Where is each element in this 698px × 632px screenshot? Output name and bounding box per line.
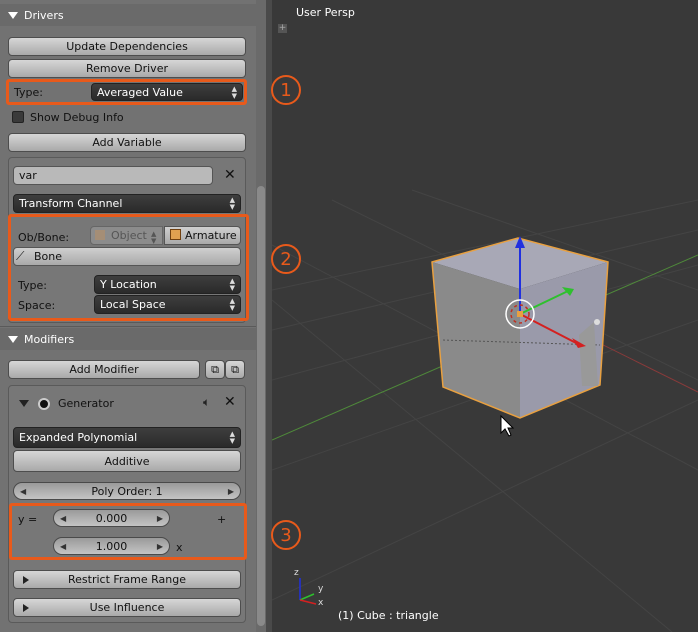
use-influence-label: Use Influence — [89, 601, 165, 614]
updown-arrows-icon: ▲ ▼ — [229, 196, 235, 211]
drivers-header-label: Drivers — [24, 8, 64, 22]
object-info-label: (1) Cube : triangle — [338, 609, 439, 622]
bone-field[interactable]: Bone — [13, 247, 241, 266]
ob-bone-label: Ob/Bone: — [18, 231, 70, 244]
bone-icon: ⟋ — [16, 249, 25, 263]
increment-arrow-icon[interactable]: ▶ — [228, 487, 234, 496]
restrict-frame-range-label: Restrict Frame Range — [67, 573, 187, 586]
generator-mode-value: Expanded Polynomial — [19, 431, 138, 444]
drivers-panel-header[interactable]: Drivers — [0, 4, 256, 26]
plus-label: + — [217, 513, 227, 526]
add-modifier-button[interactable]: Add Modifier — [8, 360, 200, 379]
increment-arrow-icon[interactable]: ▶ — [157, 542, 163, 551]
expand-triangle-icon — [23, 576, 29, 584]
collapse-triangle-icon — [8, 11, 18, 19]
cube-icon — [95, 230, 105, 240]
updown-arrows-icon: ▲ ▼ — [151, 230, 157, 245]
remove-driver-button[interactable]: Remove Driver — [8, 59, 246, 78]
poly-order-field[interactable]: ◀ Poly Order: 1 ▶ — [13, 482, 241, 500]
poly-order-value: Poly Order: 1 — [91, 484, 163, 498]
modifiers-panel-header[interactable]: Modifiers — [0, 328, 256, 350]
delete-modifier-icon[interactable]: ✕ — [224, 394, 236, 410]
restrict-frame-range-button[interactable]: Restrict Frame Range — [13, 570, 241, 589]
gizmo-x-label: x — [318, 598, 324, 608]
variable-name-field[interactable]: var — [13, 166, 213, 185]
updown-arrows-icon: ▲ ▼ — [229, 277, 235, 292]
updown-arrows-icon: ▲ ▼ — [229, 297, 235, 312]
show-debug-checkbox[interactable] — [12, 111, 24, 123]
modifiers-header-label: Modifiers — [24, 332, 75, 346]
expand-triangle-icon — [23, 604, 29, 612]
properties-panel: Drivers Update Dependencies Remove Drive… — [0, 0, 270, 632]
channel-type-select[interactable]: Y Location ▲ ▼ — [94, 275, 241, 294]
annotation-circle-3: 3 — [271, 520, 301, 550]
space-label: Space: — [18, 299, 56, 312]
additive-toggle-button[interactable]: Additive — [13, 450, 241, 472]
annotation-circle-2: 2 — [271, 244, 301, 274]
channel-type-label: Type: — [18, 279, 47, 292]
channel-type-value: Y Location — [100, 278, 157, 291]
generator-mode-select[interactable]: Expanded Polynomial ▲ ▼ — [13, 427, 241, 448]
section-divider — [0, 326, 256, 327]
lamp-head — [594, 319, 600, 325]
x-label: x — [176, 541, 183, 554]
collapse-triangle-icon — [8, 335, 18, 343]
driver-type-value: Averaged Value — [97, 85, 183, 99]
armature-icon — [170, 229, 181, 240]
mute-toggle-icon[interactable] — [38, 398, 50, 410]
viewport-scene — [272, 189, 698, 632]
use-influence-button[interactable]: Use Influence — [13, 598, 241, 617]
viewport-tools-plus-icon[interactable]: + — [278, 24, 287, 33]
copy-modifiers-icon[interactable]: ⧉ — [205, 360, 225, 379]
driver-type-select[interactable]: Averaged Value ▲ ▼ — [91, 83, 243, 101]
updown-arrows-icon: ▲ ▼ — [229, 430, 235, 445]
space-select[interactable]: Local Space ▲ ▼ — [94, 295, 241, 314]
gizmo-y-axis — [299, 593, 315, 601]
mouse-pointer-icon — [500, 414, 515, 437]
coefficient-0-field[interactable]: ◀ 0.000 ▶ — [53, 509, 170, 527]
armature-value: Armature — [185, 229, 237, 242]
driver-type-label: Type: — [14, 86, 43, 99]
remove-variable-icon[interactable]: ✕ — [224, 166, 238, 184]
view-name-label: User Persp — [296, 6, 355, 19]
increment-arrow-icon[interactable]: ▶ — [157, 514, 163, 523]
variable-type-value: Transform Channel — [19, 197, 123, 210]
gizmo-x-axis — [299, 599, 317, 605]
update-dependencies-button[interactable]: Update Dependencies — [8, 37, 246, 56]
object-origin — [517, 311, 523, 317]
show-debug-label: Show Debug Info — [30, 111, 124, 124]
generator-name-label: Generator — [58, 397, 114, 410]
gizmo-y-label: y — [318, 584, 324, 594]
annotation-circle-1: 1 — [271, 75, 301, 105]
updown-arrows-icon: ▲ ▼ — [231, 85, 237, 100]
coefficient-0-value: 0.000 — [95, 511, 128, 525]
decrement-arrow-icon[interactable]: ◀ — [20, 487, 26, 496]
space-value: Local Space — [100, 298, 166, 311]
coefficient-1-value: 1.000 — [95, 539, 128, 553]
y-equals-label: y = — [18, 513, 38, 526]
gizmo-z-label: z — [294, 568, 299, 578]
add-variable-button[interactable]: Add Variable — [8, 133, 246, 152]
object-value: Object — [111, 229, 147, 242]
coefficient-1-field[interactable]: ◀ 1.000 ▶ — [53, 537, 170, 555]
expand-triangle-icon[interactable] — [19, 400, 29, 407]
decrement-arrow-icon[interactable]: ◀ — [60, 514, 66, 523]
decrement-arrow-icon[interactable]: ◀ — [60, 542, 66, 551]
panel-scrollbar-thumb[interactable] — [257, 186, 265, 626]
bone-value: Bone — [34, 250, 63, 263]
variable-type-select[interactable]: Transform Channel ▲ ▼ — [13, 194, 241, 213]
speaker-icon[interactable]: 🔈︎ — [203, 395, 210, 410]
paste-modifiers-icon[interactable]: ⧉ — [225, 360, 245, 379]
3d-viewport[interactable]: + User Persp (1) Cube : triangle y x z — [272, 0, 698, 632]
